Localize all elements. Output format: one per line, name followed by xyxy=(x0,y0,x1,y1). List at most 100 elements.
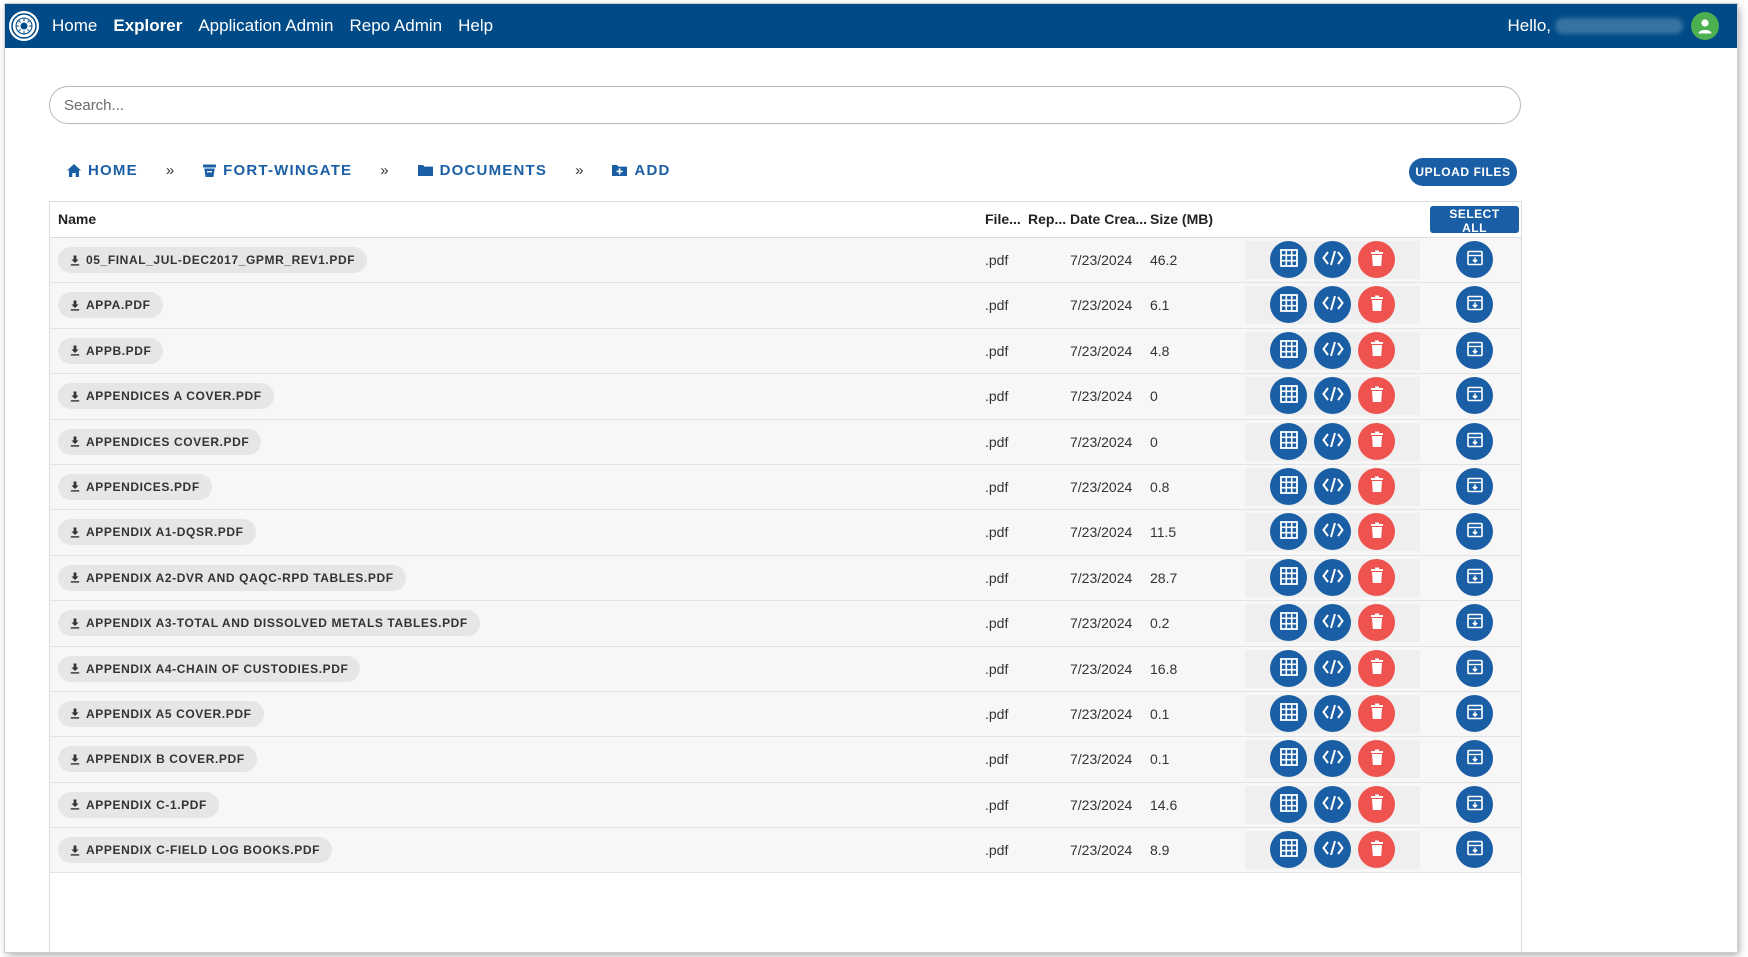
archive-button[interactable] xyxy=(1456,649,1493,687)
column-header-repo[interactable]: Rep... xyxy=(1028,211,1066,227)
breadcrumb-home[interactable]: HOME xyxy=(66,162,138,179)
file-download-chip[interactable]: APPENDIX A3-TOTAL AND DISSOLVED METALS T… xyxy=(58,610,480,637)
view-code-button[interactable] xyxy=(1314,513,1351,551)
date-created: 7/23/2024 xyxy=(1070,297,1133,314)
nav-explorer[interactable]: Explorer xyxy=(113,16,182,36)
delete-button[interactable] xyxy=(1358,377,1395,415)
file-download-chip[interactable]: APPENDIX A4-CHAIN OF CUSTODIES.PDF xyxy=(58,655,361,682)
view-code-button[interactable] xyxy=(1314,831,1351,869)
delete-button[interactable] xyxy=(1358,467,1395,505)
delete-button[interactable] xyxy=(1358,286,1395,324)
table-view-button[interactable] xyxy=(1270,558,1307,596)
archive-button[interactable] xyxy=(1456,558,1493,596)
table-view-button[interactable] xyxy=(1270,604,1307,642)
table-view-button[interactable] xyxy=(1270,377,1307,415)
file-download-chip[interactable]: APPENDIX A5 COVER.PDF xyxy=(58,700,264,727)
table-view-icon xyxy=(1279,430,1299,453)
view-code-button[interactable] xyxy=(1314,740,1351,778)
view-code-button[interactable] xyxy=(1314,649,1351,687)
delete-button[interactable] xyxy=(1358,558,1395,596)
table-view-button[interactable] xyxy=(1270,694,1307,732)
delete-button[interactable] xyxy=(1358,785,1395,823)
table-view-button[interactable] xyxy=(1270,831,1307,869)
delete-button[interactable] xyxy=(1358,513,1395,551)
table-view-button[interactable] xyxy=(1270,513,1307,551)
view-code-button[interactable] xyxy=(1314,467,1351,505)
file-download-chip[interactable]: APPENDICES A COVER.PDF xyxy=(58,383,274,410)
table-view-button[interactable] xyxy=(1270,785,1307,823)
file-download-chip[interactable]: APPB.PDF xyxy=(58,337,164,364)
nav-repo-admin[interactable]: Repo Admin xyxy=(349,16,442,36)
view-code-button[interactable] xyxy=(1314,377,1351,415)
delete-button[interactable] xyxy=(1358,241,1395,278)
code-icon xyxy=(1321,794,1344,815)
archive-button[interactable] xyxy=(1456,377,1493,415)
archive-button[interactable] xyxy=(1456,513,1493,551)
archive-button[interactable] xyxy=(1456,422,1493,460)
delete-button[interactable] xyxy=(1358,604,1395,642)
nav-help[interactable]: Help xyxy=(458,16,493,36)
delete-button[interactable] xyxy=(1358,422,1395,460)
file-name: APPENDIX A1-DQSR.PDF xyxy=(86,525,244,540)
view-code-button[interactable] xyxy=(1314,241,1351,278)
delete-button[interactable] xyxy=(1358,331,1395,369)
archive-button[interactable] xyxy=(1456,785,1493,823)
file-name: APPENDIX A2-DVR AND QAQC-RPD TABLES.PDF xyxy=(86,570,394,585)
archive-button[interactable] xyxy=(1456,740,1493,778)
table-view-button[interactable] xyxy=(1270,241,1307,278)
table-view-button[interactable] xyxy=(1270,286,1307,324)
breadcrumb-add[interactable]: ADD xyxy=(611,162,670,179)
view-code-button[interactable] xyxy=(1314,331,1351,369)
view-code-button[interactable] xyxy=(1314,558,1351,596)
file-download-chip[interactable]: APPENDIX A1-DQSR.PDF xyxy=(58,519,256,546)
nav-application-admin[interactable]: Application Admin xyxy=(198,16,333,36)
nav-home[interactable]: Home xyxy=(52,16,97,36)
delete-button[interactable] xyxy=(1358,694,1395,732)
breadcrumb-fort-wingate[interactable]: FORT-WINGATE xyxy=(202,162,352,179)
trash-icon xyxy=(1370,567,1384,587)
table-view-button[interactable] xyxy=(1270,649,1307,687)
archive-button[interactable] xyxy=(1456,467,1493,505)
view-code-button[interactable] xyxy=(1314,785,1351,823)
archive-button[interactable] xyxy=(1456,331,1493,369)
table-view-button[interactable] xyxy=(1270,740,1307,778)
archive-button[interactable] xyxy=(1456,286,1493,324)
view-code-button[interactable] xyxy=(1314,286,1351,324)
select-all-button[interactable]: SELECT ALL xyxy=(1430,206,1519,235)
upload-files-button[interactable]: UPLOAD FILES xyxy=(1409,158,1517,186)
file-download-chip[interactable]: APPENDICES.PDF xyxy=(58,473,212,500)
file-download-chip[interactable]: APPENDIX C-1.PDF xyxy=(58,791,219,818)
breadcrumb-documents[interactable]: DOCUMENTS xyxy=(417,162,547,179)
delete-button[interactable] xyxy=(1358,740,1395,778)
archive-button[interactable] xyxy=(1456,831,1493,869)
view-code-button[interactable] xyxy=(1314,604,1351,642)
file-type: .pdf xyxy=(985,615,1009,632)
column-header-date-created[interactable]: Date Crea... xyxy=(1070,211,1147,227)
agency-logo[interactable] xyxy=(9,11,39,41)
view-code-button[interactable] xyxy=(1314,422,1351,460)
column-header-size[interactable]: Size (MB) xyxy=(1150,211,1213,227)
delete-button[interactable] xyxy=(1358,649,1395,687)
search-input[interactable] xyxy=(49,86,1521,124)
user-avatar[interactable] xyxy=(1691,12,1719,40)
delete-button[interactable] xyxy=(1358,831,1395,869)
file-download-chip[interactable]: APPENDICES COVER.PDF xyxy=(58,428,262,455)
table-view-button[interactable] xyxy=(1270,422,1307,460)
view-code-button[interactable] xyxy=(1314,694,1351,732)
archive-button[interactable] xyxy=(1456,604,1493,642)
file-download-chip[interactable]: 05_FINAL_JUL-DEC2017_GPMR_REV1.PDF xyxy=(58,247,368,273)
table-view-button[interactable] xyxy=(1270,467,1307,505)
file-name: APPENDIX A3-TOTAL AND DISSOLVED METALS T… xyxy=(86,616,468,631)
file-download-chip[interactable]: APPA.PDF xyxy=(58,292,163,319)
file-download-chip[interactable]: APPENDIX B COVER.PDF xyxy=(58,746,257,773)
column-header-file-type[interactable]: File... xyxy=(985,211,1021,227)
table-view-button[interactable] xyxy=(1270,331,1307,369)
file-download-chip[interactable]: APPENDIX A2-DVR AND QAQC-RPD TABLES.PDF xyxy=(58,564,406,591)
archive-icon xyxy=(1466,748,1484,769)
archive-button[interactable] xyxy=(1456,241,1493,278)
column-header-name[interactable]: Name xyxy=(58,211,96,227)
trash-icon xyxy=(1370,613,1384,633)
file-name: APPENDIX A5 COVER.PDF xyxy=(86,706,252,721)
archive-button[interactable] xyxy=(1456,694,1493,732)
file-download-chip[interactable]: APPENDIX C-FIELD LOG BOOKS.PDF xyxy=(58,837,333,864)
